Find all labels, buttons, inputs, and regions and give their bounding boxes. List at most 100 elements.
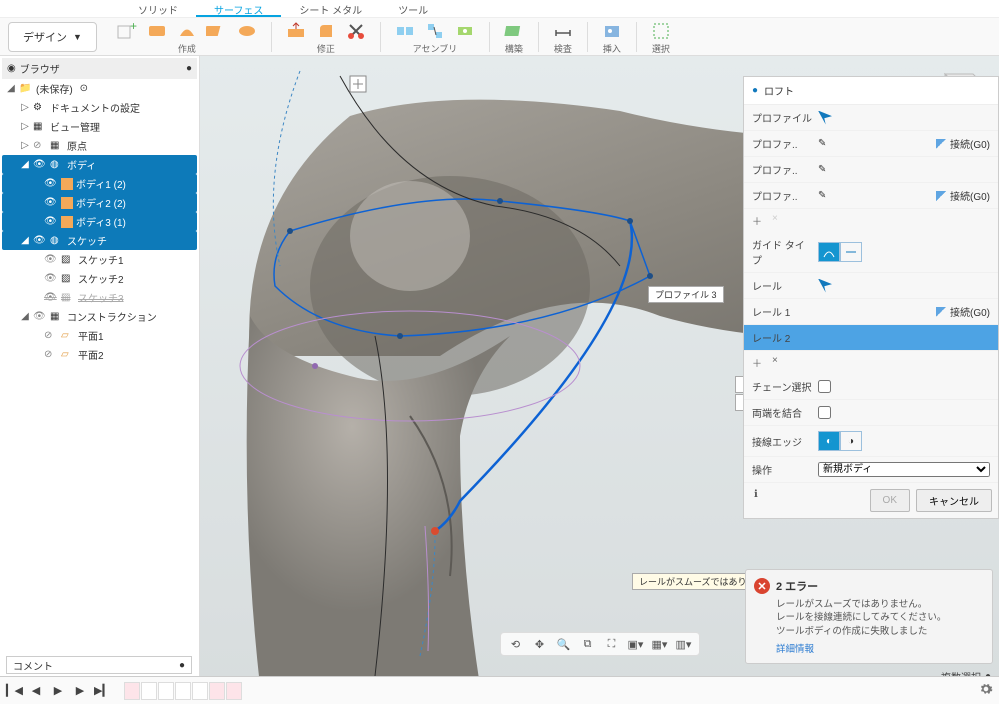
tl-next-button[interactable]: ▶	[72, 684, 88, 697]
timeline-feature[interactable]	[158, 682, 174, 700]
orbit-icon[interactable]: ⟲	[507, 636, 525, 652]
asbuild-joint-icon[interactable]	[421, 18, 449, 44]
tree-body-3[interactable]: 👁ボディ3 (1)	[2, 212, 197, 231]
revolve-icon[interactable]	[173, 18, 201, 44]
tab-sheetmetal[interactable]: シート メタル	[281, 0, 380, 17]
tab-solid[interactable]: ソリッド	[120, 0, 196, 17]
new-component-icon[interactable]: +	[113, 18, 141, 44]
tree-doc-settings[interactable]: ▷⚙ドキュメントの設定	[2, 98, 197, 117]
merge-checkbox[interactable]	[818, 406, 831, 419]
timeline-feature[interactable]	[209, 682, 225, 700]
timeline-feature[interactable]	[175, 682, 191, 700]
browser-collapse-icon[interactable]: ●	[186, 63, 192, 74]
sweep-icon[interactable]	[203, 18, 231, 44]
tree-sketch-3[interactable]: 👁▨スケッチ3	[2, 288, 197, 307]
tl-prev-button[interactable]: ◀	[28, 684, 44, 697]
profile-row-1[interactable]: プロファ..✎接続(G0)	[744, 131, 998, 157]
guide-rail-icon[interactable]	[818, 242, 840, 262]
trim-icon[interactable]	[342, 18, 370, 44]
profile-row-3[interactable]: プロファ..✎接続(G0)	[744, 183, 998, 209]
add-profile-button[interactable]: ＋	[752, 213, 762, 228]
plane-icon[interactable]	[500, 18, 528, 44]
tree-plane-1[interactable]: ⊘▱平面1	[2, 326, 197, 345]
operation-select[interactable]: 新規ボディ	[818, 462, 990, 477]
flag-icon	[936, 307, 946, 317]
measure-icon[interactable]	[549, 18, 577, 44]
tree-sketch-group[interactable]: ◢👁◍スケッチ	[2, 231, 197, 250]
rail-row-2[interactable]: レール 2	[744, 325, 998, 351]
loft-header[interactable]: ●ロフト	[744, 77, 998, 105]
tl-play-button[interactable]: ▶	[50, 684, 66, 697]
tree-body-group[interactable]: ◢👁◍ボディ	[2, 155, 197, 174]
tl-first-button[interactable]: ▎◀	[6, 684, 22, 697]
fit-icon[interactable]: ⛶	[603, 636, 621, 652]
insert-icon[interactable]	[598, 18, 626, 44]
tree-root-label: (未保存)	[36, 81, 73, 96]
timeline-settings-icon[interactable]	[979, 682, 993, 699]
ok-button[interactable]: OK	[870, 489, 910, 512]
tree-sketch-2[interactable]: 👁▨スケッチ2	[2, 269, 197, 288]
tangent-on-icon[interactable]: ◐	[818, 431, 840, 451]
label-profile3[interactable]: プロファイル 3	[648, 286, 724, 303]
error-details-link[interactable]: 詳細情報	[776, 641, 984, 655]
extrude-icon[interactable]	[143, 18, 171, 44]
tree-construction[interactable]: ◢👁▦コンストラクション	[2, 307, 197, 326]
inspect-group: 検査	[543, 18, 583, 55]
cancel-button[interactable]: キャンセル	[916, 489, 992, 512]
tab-tools[interactable]: ツール	[380, 0, 446, 17]
tree-sketch-1[interactable]: 👁▨スケッチ1	[2, 250, 197, 269]
cursor-icon[interactable]	[818, 279, 832, 293]
tree-origin[interactable]: ▷⊘▦原点	[2, 136, 197, 155]
presspull-icon[interactable]	[282, 18, 310, 44]
tree-plane-2[interactable]: ⊘▱平面2	[2, 345, 197, 364]
loft-tool-icon[interactable]	[233, 18, 261, 44]
viewport-icon[interactable]: ▥▾	[675, 636, 693, 652]
guide-type-toggle[interactable]	[818, 242, 862, 262]
zoom-icon[interactable]: 🔍	[555, 636, 573, 652]
operation-row: 操作 新規ボディ	[744, 457, 998, 483]
timeline-feature[interactable]	[141, 682, 157, 700]
tree-body-1[interactable]: 👁ボディ1 (2)	[2, 174, 197, 193]
tl-last-button[interactable]: ▶▎	[94, 684, 110, 697]
zoom-window-icon[interactable]: ⧉	[579, 636, 597, 652]
timeline-feature[interactable]	[124, 682, 140, 700]
chain-checkbox[interactable]	[818, 380, 831, 393]
tree-view-mgmt[interactable]: ▷▦ビュー管理	[2, 117, 197, 136]
timeline: ▎◀ ◀ ▶ ▶ ▶▎	[0, 676, 999, 704]
profile-add-remove: ＋×	[744, 209, 998, 232]
error-title: 2 エラー	[776, 578, 818, 594]
browser-panel: ◉ブラウザ ● ◢📁(未保存)⊙ ▷⚙ドキュメントの設定 ▷▦ビュー管理 ▷⊘▦…	[0, 56, 200, 684]
design-dropdown[interactable]: デザイン ▼	[8, 22, 97, 52]
fillet-icon[interactable]	[312, 18, 340, 44]
loft-title: ロフト	[764, 83, 794, 98]
pan-icon[interactable]: ✥	[531, 636, 549, 652]
guide-centerline-icon[interactable]	[840, 242, 862, 262]
grid-icon[interactable]: ▦▾	[651, 636, 669, 652]
timeline-feature[interactable]	[226, 682, 242, 700]
flag-icon	[936, 139, 946, 149]
remove-profile-button[interactable]: ×	[772, 213, 778, 228]
rail-row-1[interactable]: レール 1接続(G0)	[744, 299, 998, 325]
tangent-off-icon[interactable]: ◑	[840, 431, 862, 451]
svg-text:+: +	[130, 20, 137, 33]
edge-icon: ✎	[818, 164, 826, 175]
timeline-feature[interactable]	[192, 682, 208, 700]
cursor-icon[interactable]	[818, 111, 832, 125]
tree-root[interactable]: ◢📁(未保存)⊙	[2, 79, 197, 98]
info-icon[interactable]: ℹ	[754, 489, 758, 512]
edge-icon: ✎	[818, 138, 826, 149]
browser-header[interactable]: ◉ブラウザ ●	[2, 58, 197, 79]
comment-toggle-icon[interactable]: ●	[179, 660, 185, 671]
select-icon[interactable]	[647, 18, 675, 44]
browser-title: ブラウザ	[20, 61, 60, 76]
tangent-toggle[interactable]: ◐ ◑	[818, 431, 862, 451]
rigid-icon[interactable]	[451, 18, 479, 44]
tab-surface[interactable]: サーフェス	[196, 0, 281, 17]
joint-icon[interactable]	[391, 18, 419, 44]
remove-rail-button[interactable]: ×	[772, 355, 778, 370]
add-rail-button[interactable]: ＋	[752, 355, 762, 370]
display-icon[interactable]: ▣▾	[627, 636, 645, 652]
profile-row-2[interactable]: プロファ..✎	[744, 157, 998, 183]
comment-bar[interactable]: コメント●	[6, 656, 192, 674]
tree-body-2[interactable]: 👁ボディ2 (2)	[2, 193, 197, 212]
